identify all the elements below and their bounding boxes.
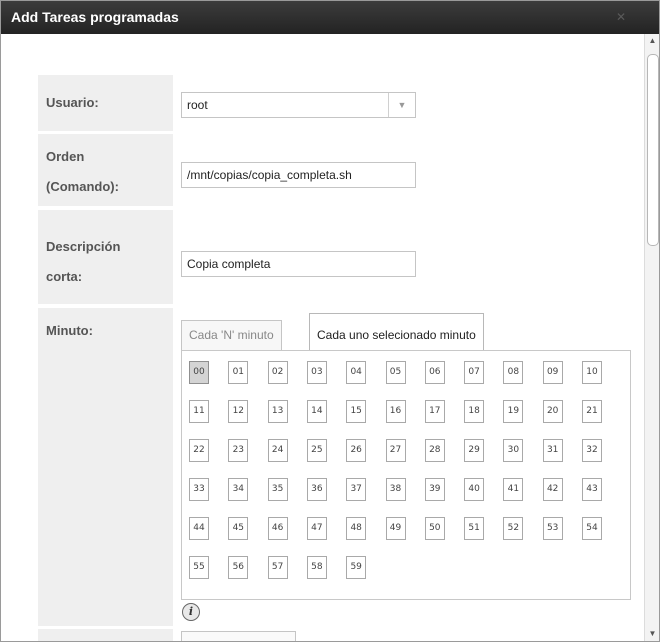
minute-option-03[interactable]: 03 <box>306 361 327 384</box>
minute-option-33[interactable]: 33 <box>189 478 209 501</box>
minute-option-52[interactable]: 52 <box>503 517 524 540</box>
minute-option-29[interactable]: 29 <box>464 439 485 462</box>
minute-option-35[interactable]: 35 <box>267 478 288 501</box>
next-row-tab[interactable] <box>181 631 296 641</box>
minute-option-16[interactable]: 16 <box>385 400 406 423</box>
minute-option-31[interactable]: 31 <box>542 439 563 462</box>
minute-option-13[interactable]: 13 <box>267 400 288 423</box>
minute-option-28[interactable]: 28 <box>424 439 445 462</box>
window-title: Add Tareas programadas <box>11 9 179 25</box>
minute-option-24[interactable]: 24 <box>267 439 288 462</box>
minute-option-17[interactable]: 17 <box>424 400 445 423</box>
minute-option-45[interactable]: 45 <box>228 517 249 540</box>
scroll-thumb[interactable] <box>647 54 659 246</box>
minute-option-58[interactable]: 58 <box>306 556 327 579</box>
minute-option-12[interactable]: 12 <box>228 400 249 423</box>
minute-option-14[interactable]: 14 <box>306 400 327 423</box>
minute-option-39[interactable]: 39 <box>424 478 445 501</box>
minute-option-54[interactable]: 54 <box>582 517 602 540</box>
minute-option-38[interactable]: 38 <box>385 478 406 501</box>
descripcion-input[interactable]: Copia completa <box>181 251 416 277</box>
minute-option-15[interactable]: 15 <box>346 400 367 423</box>
minute-option-21[interactable]: 21 <box>582 400 602 423</box>
dialog-window: Add Tareas programadas ✕ Usuario: root ▼… <box>0 0 660 642</box>
minute-option-30[interactable]: 30 <box>503 439 524 462</box>
minute-option-26[interactable]: 26 <box>346 439 367 462</box>
minute-option-02[interactable]: 02 <box>267 361 288 384</box>
descripcion-label: Descripción corta: <box>46 239 121 284</box>
minute-option-55[interactable]: 55 <box>189 556 209 579</box>
minute-option-34[interactable]: 34 <box>228 478 249 501</box>
minute-option-42[interactable]: 42 <box>542 478 563 501</box>
info-icon[interactable]: i <box>182 603 200 621</box>
minute-option-18[interactable]: 18 <box>464 400 485 423</box>
minute-option-43[interactable]: 43 <box>582 478 602 501</box>
minute-option-09[interactable]: 09 <box>542 361 563 384</box>
tab-cada-n-minuto[interactable]: Cada 'N' minuto <box>181 320 282 350</box>
minute-option-05[interactable]: 05 <box>385 361 406 384</box>
minuto-label-cell: Minuto: <box>38 308 173 626</box>
minute-option-41[interactable]: 41 <box>503 478 524 501</box>
minute-option-44[interactable]: 44 <box>189 517 209 540</box>
minute-option-01[interactable]: 01 <box>228 361 249 384</box>
minute-option-25[interactable]: 25 <box>306 439 327 462</box>
minute-option-27[interactable]: 27 <box>385 439 406 462</box>
scroll-down-icon[interactable]: ▼ <box>645 627 659 641</box>
minute-option-32[interactable]: 32 <box>582 439 602 462</box>
usuario-label: Usuario: <box>46 95 99 110</box>
usuario-select[interactable]: root ▼ <box>181 92 416 118</box>
minute-option-22[interactable]: 22 <box>189 439 209 462</box>
minute-option-23[interactable]: 23 <box>228 439 249 462</box>
minute-option-53[interactable]: 53 <box>542 517 563 540</box>
vertical-scrollbar[interactable]: ▲ ▼ <box>644 34 659 641</box>
minute-option-08[interactable]: 08 <box>503 361 524 384</box>
minute-option-19[interactable]: 19 <box>503 400 524 423</box>
minute-option-36[interactable]: 36 <box>306 478 327 501</box>
minute-grid: 00 01 02 03 04 05 06 07 08 09 10 11 12 13 14 15 16 17 18 19… <box>181 350 631 600</box>
minute-option-59[interactable]: 59 <box>346 556 367 579</box>
title-bar[interactable]: Add Tareas programadas ✕ <box>1 1 659 34</box>
minute-option-57[interactable]: 57 <box>267 556 288 579</box>
close-icon[interactable]: ✕ <box>613 9 629 25</box>
chevron-down-icon[interactable]: ▼ <box>388 93 415 117</box>
minute-option-20[interactable]: 20 <box>542 400 563 423</box>
minute-option-56[interactable]: 56 <box>228 556 249 579</box>
minute-option-11[interactable]: 11 <box>189 400 209 423</box>
minute-option-49[interactable]: 49 <box>385 517 406 540</box>
minute-option-40[interactable]: 40 <box>464 478 485 501</box>
descripcion-label-cell: Descripción corta: <box>38 210 173 304</box>
minute-option-50[interactable]: 50 <box>424 517 445 540</box>
minute-option-48[interactable]: 48 <box>346 517 367 540</box>
orden-input[interactable]: /mnt/copias/copia_completa.sh <box>181 162 416 188</box>
minute-option-37[interactable]: 37 <box>346 478 367 501</box>
minute-option-47[interactable]: 47 <box>306 517 327 540</box>
usuario-label-cell: Usuario: <box>38 75 173 131</box>
minute-option-07[interactable]: 07 <box>464 361 485 384</box>
scroll-up-icon[interactable]: ▲ <box>645 34 659 48</box>
next-row-label-cell <box>38 629 173 641</box>
usuario-value: root <box>187 98 208 112</box>
minute-option-51[interactable]: 51 <box>464 517 485 540</box>
minute-option-46[interactable]: 46 <box>267 517 288 540</box>
orden-label: Orden (Comando): <box>46 149 119 194</box>
tab-cada-uno-seleccionado[interactable]: Cada uno selecionado minuto <box>309 313 484 350</box>
minute-option-10[interactable]: 10 <box>582 361 602 384</box>
minute-option-04[interactable]: 04 <box>346 361 367 384</box>
orden-label-cell: Orden (Comando): <box>38 134 173 206</box>
minuto-label: Minuto: <box>46 323 93 338</box>
minute-option-06[interactable]: 06 <box>424 361 445 384</box>
minute-option-00[interactable]: 00 <box>189 361 209 384</box>
